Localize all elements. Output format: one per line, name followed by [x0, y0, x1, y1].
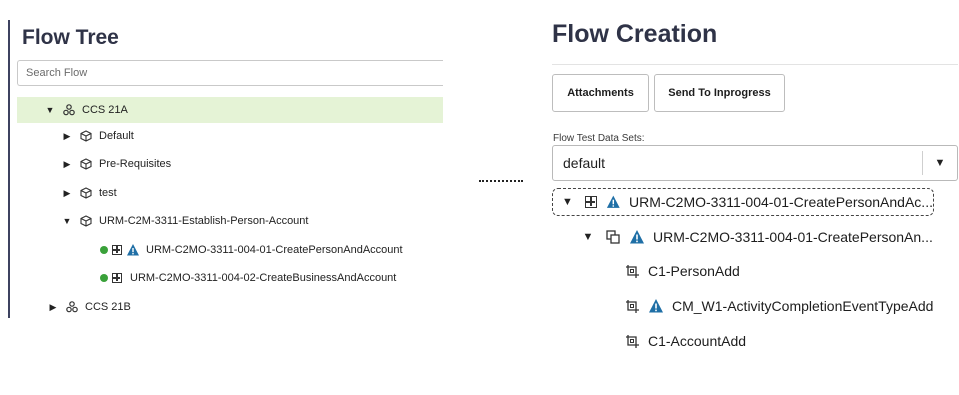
- tree-item-label: Pre-Requisites: [99, 158, 172, 170]
- flow-node-label: C1-AccountAdd: [648, 333, 747, 349]
- flow-node-label: CM_W1-ActivityCompletionEventTypeAdd: [672, 298, 934, 314]
- package-icon: [79, 186, 93, 200]
- tree-item-pre-requisites[interactable]: ▶ Pre-Requisites: [17, 151, 443, 177]
- flow-node-step[interactable]: C1-AccountAdd: [624, 327, 746, 355]
- tree-item-label: test: [99, 187, 117, 199]
- caret-down-icon[interactable]: ▼: [561, 196, 574, 208]
- tree-item-label: Default: [99, 130, 134, 142]
- flow-node-label: C1-PersonAdd: [648, 263, 740, 279]
- tree-item-ccs-21b[interactable]: ▶ CCS 21B: [17, 294, 443, 320]
- copy-icon: [605, 229, 621, 245]
- caret-down-icon[interactable]: ▼: [61, 216, 73, 226]
- flow-tree-panel: Flow Tree ▼ CCS 21A ▶ Default ▶ Pre-Requ…: [0, 0, 450, 395]
- status-dot: [100, 274, 108, 282]
- grid-icon: [112, 273, 122, 283]
- tree-item-flow-01[interactable]: URM-C2MO-3311-004-01-CreatePersonAndAcco…: [17, 237, 443, 263]
- flow-test-data-sets-label: Flow Test Data Sets:: [553, 133, 645, 144]
- tree-item-label: CCS 21A: [82, 104, 128, 116]
- flow-tree-title: Flow Tree: [22, 26, 119, 49]
- attachments-button[interactable]: Attachments: [552, 74, 649, 112]
- tree-item-establish-person-account[interactable]: ▼ URM-C2M-3311-Establish-Person-Account: [17, 208, 443, 234]
- cluster-icon: [65, 300, 79, 314]
- grid-icon: [112, 245, 122, 255]
- caret-right-icon[interactable]: ▶: [61, 131, 73, 142]
- package-icon: [79, 214, 93, 228]
- flow-node-step[interactable]: CM_W1-ActivityCompletionEventTypeAdd: [624, 292, 933, 320]
- tree-item-default[interactable]: ▶ Default: [17, 123, 443, 149]
- select-value: default: [563, 155, 606, 171]
- flow-node-root[interactable]: ▼ URM-C2MO-3311-004-01-CreatePersonAndAc…: [552, 188, 934, 216]
- flow-node-label: URM-C2MO-3311-004-01-CreatePersonAn...: [653, 229, 933, 245]
- title-divider: [552, 64, 958, 65]
- tree-item-label: CCS 21B: [85, 301, 131, 313]
- cluster-icon: [62, 103, 76, 117]
- flow-node-step[interactable]: C1-PersonAdd: [624, 257, 740, 285]
- dotted-connector: [479, 180, 523, 182]
- crop-icon: [624, 263, 640, 279]
- chevron-down-icon[interactable]: ▼: [923, 157, 957, 169]
- tree-item-flow-02[interactable]: URM-C2MO-3311-004-02-CreateBusinessAndAc…: [17, 265, 443, 291]
- panel-accent-bar: [8, 20, 10, 318]
- tree-item-label: URM-C2MO-3311-004-01-CreatePersonAndAcco…: [146, 244, 403, 256]
- flow-node-child[interactable]: ▼ URM-C2MO-3311-004-01-CreatePersonAn...: [581, 223, 933, 251]
- caret-down-icon[interactable]: ▼: [44, 105, 56, 115]
- caret-right-icon[interactable]: ▶: [47, 302, 59, 313]
- warning-icon: [607, 195, 621, 208]
- grid-icon: [584, 194, 599, 210]
- flow-test-data-sets-select[interactable]: default ▼: [552, 145, 958, 181]
- crop-icon: [624, 333, 640, 349]
- warning-icon: [649, 299, 663, 313]
- status-dot: [100, 246, 108, 254]
- crop-icon: [624, 298, 640, 314]
- flow-creation-title: Flow Creation: [552, 20, 718, 48]
- caret-right-icon[interactable]: ▶: [61, 159, 73, 170]
- package-icon: [79, 129, 93, 143]
- warning-icon: [630, 230, 644, 244]
- warning-icon: [127, 244, 139, 256]
- tree-item-ccs-21a[interactable]: ▼ CCS 21A: [17, 97, 443, 123]
- tree-item-label: URM-C2MO-3311-004-02-CreateBusinessAndAc…: [130, 272, 397, 284]
- caret-right-icon[interactable]: ▶: [61, 188, 73, 199]
- send-to-inprogress-button[interactable]: Send To Inprogress: [654, 74, 785, 112]
- search-flow-input[interactable]: [17, 60, 443, 86]
- caret-down-icon[interactable]: ▼: [581, 231, 595, 243]
- package-icon: [79, 157, 93, 171]
- tree-item-label: URM-C2M-3311-Establish-Person-Account: [99, 215, 309, 227]
- tree-item-test[interactable]: ▶ test: [17, 180, 443, 206]
- flow-node-label: URM-C2MO-3311-004-01-CreatePersonAndAc..…: [629, 194, 933, 210]
